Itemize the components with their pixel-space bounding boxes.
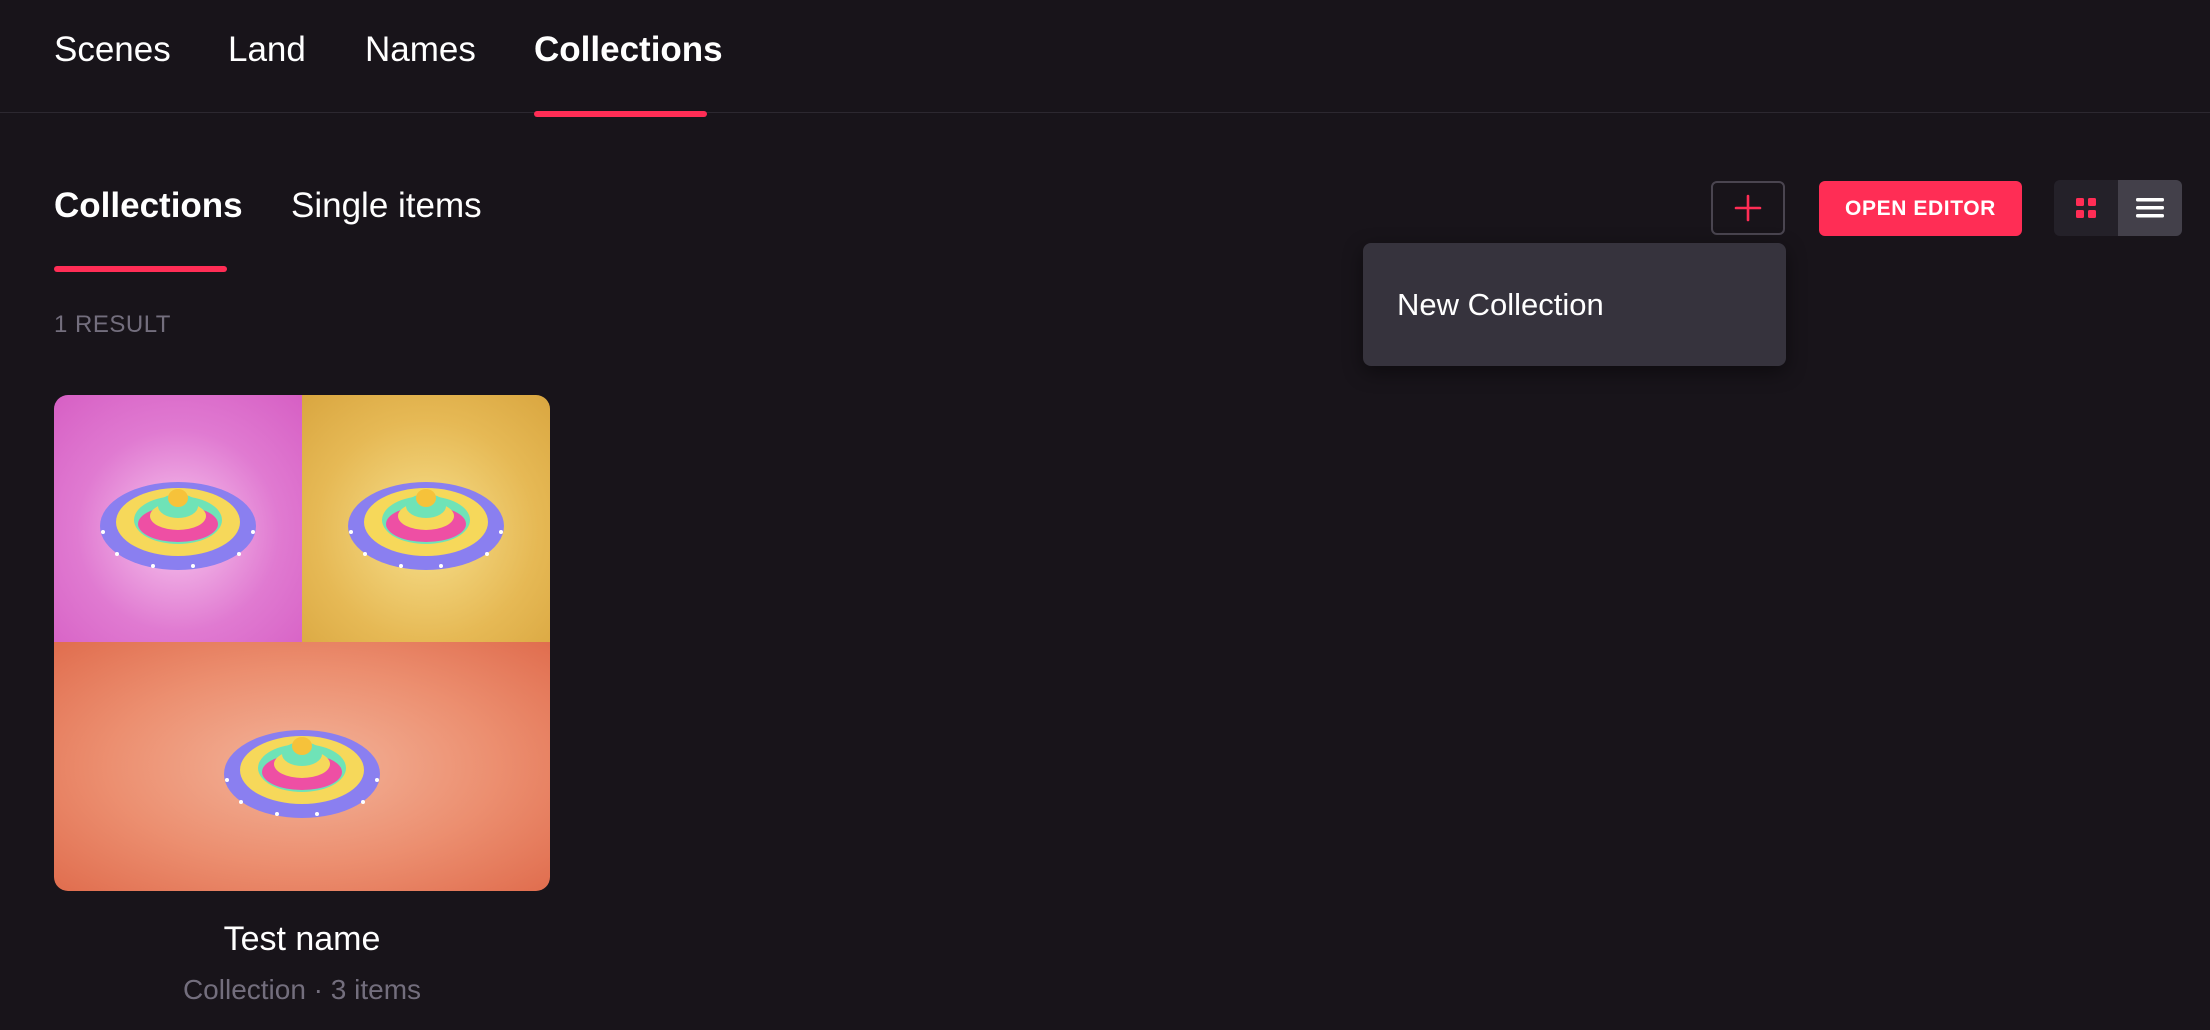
tab-scenes[interactable]: Scenes (54, 28, 171, 72)
open-editor-button[interactable]: OPEN EDITOR (1819, 181, 2022, 236)
grid-view-button[interactable] (2054, 180, 2118, 236)
subtab-single-items[interactable]: Single items (291, 184, 482, 228)
active-tab-indicator (534, 111, 707, 117)
list-icon (2136, 198, 2164, 218)
item-thumbnail (302, 395, 550, 642)
wearable-preview-image (100, 481, 256, 570)
tab-land[interactable]: Land (228, 28, 306, 72)
grid-icon (2076, 198, 2096, 218)
collection-meta: Collection · 3 items (182, 974, 422, 1005)
tab-collections[interactable]: Collections (534, 28, 723, 72)
view-toggle (2054, 180, 2182, 236)
collection-title[interactable]: Test name (54, 918, 550, 960)
top-navigation: Scenes Land Names Collections (0, 0, 2210, 113)
item-thumbnail (54, 642, 550, 891)
menu-item-new-collection[interactable]: New Collection (1397, 285, 1604, 325)
tab-names[interactable]: Names (365, 28, 476, 72)
item-thumbnail (54, 395, 302, 642)
active-subtab-indicator (54, 266, 227, 272)
plus-icon (1734, 194, 1762, 222)
wearable-preview-image (224, 729, 380, 818)
results-count: 1 RESULT (54, 311, 171, 338)
add-dropdown-menu: New Collection (1363, 243, 1786, 366)
add-button[interactable] (1711, 181, 1785, 235)
subtab-collections[interactable]: Collections (54, 184, 243, 228)
collection-thumbnail[interactable] (54, 395, 550, 891)
list-view-button[interactable] (2118, 180, 2182, 236)
wearable-preview-image (348, 481, 504, 570)
